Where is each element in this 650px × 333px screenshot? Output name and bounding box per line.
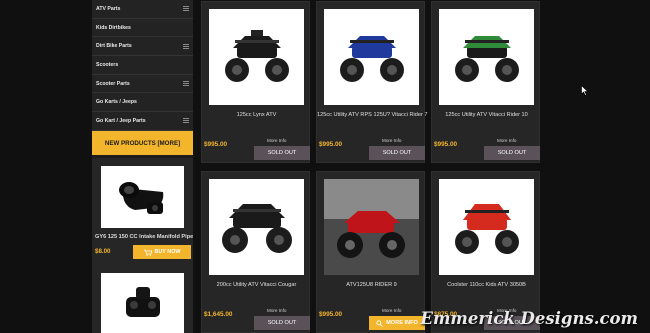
more-info-link[interactable]: More Info — [497, 138, 516, 143]
product-image-intake-pipe[interactable] — [101, 166, 184, 228]
featured-product-name[interactable]: GY6 125 150 CC Intake Manifold Pipe — [95, 234, 193, 240]
button-label: SOLD OUT — [497, 150, 527, 156]
sidebar-item-go-karts[interactable]: Go Karts / Jeeps — [92, 93, 193, 113]
menu-icon[interactable] — [183, 43, 189, 49]
product-price: $1,645.00 — [204, 311, 233, 318]
buy-now-button[interactable]: BUY NOW — [133, 245, 191, 259]
more-info-button[interactable]: MORE INFO — [369, 316, 425, 330]
product-image-atv[interactable] — [439, 9, 534, 105]
product-image-atv[interactable] — [209, 179, 304, 275]
sidebar-item-label: ATV Parts — [96, 5, 121, 12]
menu-icon[interactable] — [183, 6, 189, 12]
button-label: SOLD OUT — [267, 320, 297, 326]
sidebar-product-card — [92, 266, 193, 333]
sold-out-button[interactable]: SOLD OUT — [254, 316, 310, 330]
product-price: $995.00 — [204, 141, 228, 148]
product-title[interactable]: Coolster 110cc Kids ATV 3050B — [432, 282, 541, 288]
sidebar-item-label: Kids Dirtbikes — [96, 24, 131, 31]
product-title[interactable]: 125cc Utility ATV Vitacci Rider 10 — [432, 112, 541, 118]
more-info-link[interactable]: More Info — [267, 138, 286, 143]
sidebar-item-scooter-parts[interactable]: Scooter Parts — [92, 74, 193, 94]
product-title[interactable]: 125cc Lynx ATV — [202, 112, 311, 118]
product-title[interactable]: 125cc Utility ATV RPS 125U? Vitacci Ride… — [317, 112, 427, 118]
sold-out-button[interactable]: SOLD OUT — [369, 146, 425, 160]
featured-product-price: $8.00 — [95, 248, 111, 255]
product-image-manifold[interactable] — [101, 273, 184, 333]
sidebar-item-go-kart-parts[interactable]: Go Kart / Jeep Parts — [92, 112, 193, 131]
new-products-header[interactable]: NEW PRODUCTS [MORE] — [92, 131, 193, 155]
menu-icon[interactable] — [183, 118, 189, 124]
sidebar-item-label: Scooter Parts — [96, 80, 130, 87]
menu-icon[interactable] — [183, 81, 189, 87]
product-card: 125cc Lynx ATV $995.00 More Info SOLD OU… — [201, 1, 310, 163]
sidebar-item-label: Go Karts / Jeeps — [96, 99, 137, 106]
product-price: $995.00 — [434, 141, 458, 148]
sidebar-item-dirt-bike-parts[interactable]: Dirt Bike Parts — [92, 37, 193, 57]
sidebar-item-label: Scooters — [96, 61, 119, 68]
cart-icon — [143, 249, 152, 256]
product-card: ATV125U8 RIDER 9 $995.00 More Info MORE … — [316, 171, 425, 333]
product-image-atv[interactable] — [439, 179, 534, 275]
sidebar-item-label: Dirt Bike Parts — [96, 43, 132, 50]
button-label: SOLD OUT — [382, 150, 412, 156]
product-image-atv[interactable] — [324, 9, 419, 105]
sidebar-item-label: Go Kart / Jeep Parts — [96, 117, 146, 124]
product-image-atv[interactable] — [324, 179, 419, 275]
button-label: MORE INFO — [386, 320, 418, 326]
watermark-logo: Emmerick Designs.com — [420, 309, 638, 328]
more-info-link[interactable]: More Info — [267, 308, 286, 313]
product-card: 200cc Utility ATV Vitacci Cougar $1,645.… — [201, 171, 310, 333]
product-price: $995.00 — [319, 311, 343, 318]
product-card: 125cc Utility ATV RPS 125U? Vitacci Ride… — [316, 1, 427, 163]
product-title[interactable]: ATV125U8 RIDER 9 — [317, 282, 426, 288]
sold-out-button[interactable]: SOLD OUT — [484, 146, 540, 160]
more-info-link[interactable]: More Info — [382, 138, 401, 143]
buy-now-label: BUY NOW — [154, 249, 181, 255]
product-image-atv[interactable] — [209, 9, 304, 105]
sold-out-button[interactable]: SOLD OUT — [254, 146, 310, 160]
new-products-label: NEW PRODUCTS [MORE] — [104, 139, 181, 147]
button-label: SOLD OUT — [267, 150, 297, 156]
sidebar-item-scooters[interactable]: Scooters — [92, 56, 193, 75]
product-title[interactable]: 200cc Utility ATV Vitacci Cougar — [202, 282, 311, 288]
more-info-link[interactable]: More Info — [382, 308, 401, 313]
search-icon — [376, 319, 383, 327]
product-price: $995.00 — [319, 141, 343, 148]
sidebar-item-atv-parts[interactable]: ATV Parts — [92, 0, 193, 19]
product-card: 125cc Utility ATV Vitacci Rider 10 $995.… — [431, 1, 540, 163]
mouse-cursor-icon — [581, 85, 589, 96]
sidebar-item-kids-dirtbikes[interactable]: Kids Dirtbikes — [92, 18, 193, 38]
